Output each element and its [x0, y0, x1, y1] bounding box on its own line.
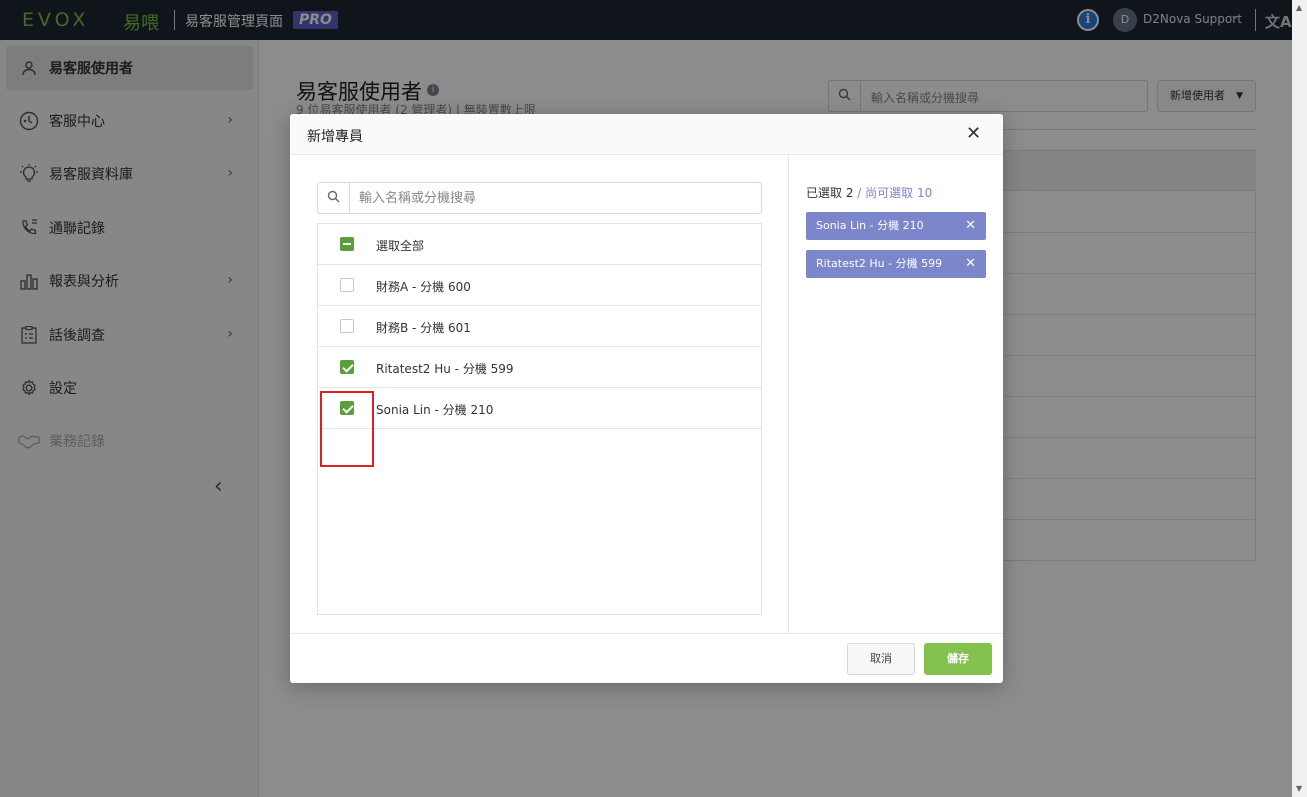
agent-label: 財務A - 分機 600 [376, 280, 471, 294]
add-agent-dialog: 新增專員 ✕ 選取全部 財務A - 分機 600 財務B - 分機 601 [290, 114, 1003, 683]
remaining-count: / 尚可選取 10 [853, 186, 933, 200]
list-item[interactable]: Sonia Lin - 分機 210 [318, 388, 761, 429]
scroll-up-icon[interactable]: ▲ [1296, 3, 1302, 12]
agent-search [317, 182, 762, 214]
dialog-header: 新增專員 ✕ [290, 114, 1003, 155]
selected-chip: Ritatest2 Hu - 分機 599 ✕ [806, 250, 986, 278]
select-all-label: 選取全部 [376, 239, 425, 253]
agent-label: Ritatest2 Hu - 分機 599 [376, 362, 514, 376]
scroll-down-icon[interactable]: ▼ [1296, 784, 1302, 793]
cancel-button[interactable]: 取消 [847, 643, 915, 675]
page-scrollbar[interactable] [1292, 0, 1307, 797]
dialog-title: 新增專員 [307, 129, 363, 145]
remove-chip-icon[interactable]: ✕ [965, 250, 976, 278]
agent-checkbox[interactable] [340, 319, 354, 333]
select-all-row[interactable]: 選取全部 [318, 224, 761, 265]
agent-label: 財務B - 分機 601 [376, 321, 471, 335]
save-button[interactable]: 儲存 [924, 643, 992, 675]
agent-checkbox[interactable] [340, 278, 354, 292]
highlight-annotation [320, 391, 374, 467]
search-icon [327, 190, 340, 207]
agent-search-input[interactable] [350, 183, 760, 213]
list-item[interactable]: 財務B - 分機 601 [318, 306, 761, 347]
dialog-footer: 取消 儲存 [290, 633, 1003, 683]
agent-checkbox[interactable] [340, 360, 354, 374]
list-item[interactable]: 財務A - 分機 600 [318, 265, 761, 306]
agent-list: 選取全部 財務A - 分機 600 財務B - 分機 601 Ritatest2… [317, 223, 762, 615]
selected-count: 已選取 2 [806, 186, 854, 200]
list-item[interactable]: Ritatest2 Hu - 分機 599 [318, 347, 761, 388]
agent-list-pane: 選取全部 財務A - 分機 600 財務B - 分機 601 Ritatest2… [290, 155, 789, 633]
close-icon[interactable]: ✕ [966, 123, 981, 144]
selected-chip: Sonia Lin - 分機 210 ✕ [806, 212, 986, 240]
chip-label: Ritatest2 Hu - 分機 599 [816, 257, 943, 270]
chip-label: Sonia Lin - 分機 210 [816, 219, 924, 232]
select-all-checkbox[interactable] [340, 237, 354, 251]
selected-pane: 已選取 2 / 尚可選取 10 Sonia Lin - 分機 210 ✕ Rit… [790, 155, 1003, 633]
selection-summary: 已選取 2 / 尚可選取 10 [806, 184, 932, 201]
agent-label: Sonia Lin - 分機 210 [376, 403, 494, 417]
remove-chip-icon[interactable]: ✕ [965, 212, 976, 240]
